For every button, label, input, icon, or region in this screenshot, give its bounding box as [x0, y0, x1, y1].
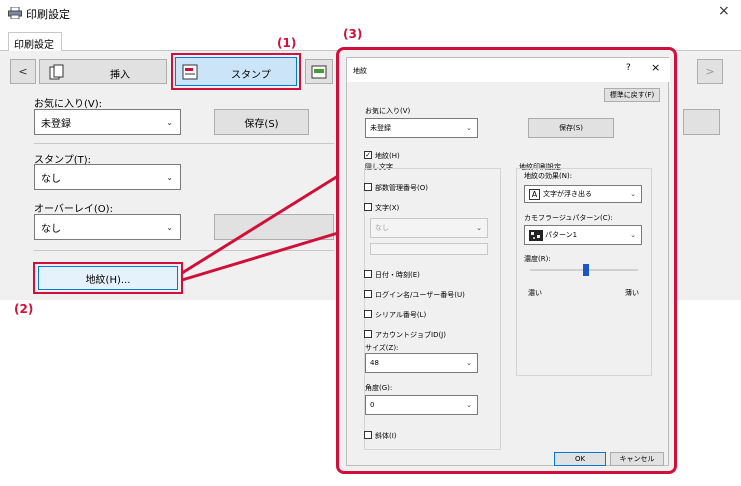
size-label: サイズ(Z):: [365, 344, 399, 352]
dept-code-checkbox[interactable]: [364, 183, 372, 191]
chevron-down-icon: ⌄: [466, 359, 472, 367]
italic-checkbox[interactable]: [364, 431, 372, 439]
login-name-label: ログイン名/ユーザー番号(U): [375, 291, 465, 299]
serial-label: シリアル番号(L): [375, 311, 427, 319]
watermark-dialog: 地紋 ? × 標準に戻す(F) お気に入り(V) 未登録 ⌄ 保存(S) ✓ 地…: [336, 47, 677, 474]
camo-label: カモフラージュパターン(C):: [524, 214, 613, 222]
angle-value: 0: [370, 401, 375, 409]
camo-value: パターン1: [545, 231, 578, 239]
density-light-label: 薄い: [625, 289, 639, 297]
close-icon[interactable]: ×: [651, 61, 660, 74]
density-label: 濃度(R):: [524, 255, 551, 263]
camo-select[interactable]: パターン1 ⌄: [524, 225, 642, 245]
italic-label: 斜体(I): [375, 432, 397, 440]
dialog-save-button[interactable]: 保存(S): [528, 118, 614, 138]
text-label: 文字(X): [375, 204, 400, 212]
density-slider-track[interactable]: [530, 264, 638, 276]
text-effect-icon: A: [529, 188, 540, 200]
camo-pattern-icon: [529, 229, 543, 241]
size-select[interactable]: 48 ⌄: [365, 353, 478, 373]
angle-select[interactable]: 0 ⌄: [365, 395, 478, 415]
dialog-title-bar: [347, 58, 670, 82]
serial-checkbox[interactable]: [364, 310, 372, 318]
text-select[interactable]: なし ⌄: [370, 218, 488, 238]
chevron-down-icon: ⌄: [476, 224, 482, 232]
effect-label: 地紋の効果(N):: [524, 172, 573, 180]
chevron-down-icon: ⌄: [466, 401, 472, 409]
restore-defaults-button[interactable]: 標準に戻す(F): [604, 88, 660, 102]
text-value: なし: [375, 224, 389, 232]
text-checkbox[interactable]: [364, 203, 372, 211]
text-input[interactable]: [370, 243, 488, 255]
account-job-label: アカウントジョブID(J): [375, 331, 446, 339]
dialog-favorites-label: お気に入り(V): [365, 107, 411, 115]
density-dark-label: 濃い: [528, 289, 542, 297]
size-value: 48: [370, 359, 379, 367]
help-icon[interactable]: ?: [626, 63, 631, 73]
ok-button[interactable]: OK: [554, 452, 606, 466]
dialog-favorites-select[interactable]: 未登録 ⌄: [365, 118, 478, 138]
watermark-checkbox-label: 地紋(H): [375, 152, 400, 160]
chevron-down-icon: ⌄: [630, 190, 636, 198]
chevron-down-icon: ⌄: [466, 124, 472, 132]
cancel-button[interactable]: キャンセル: [610, 452, 664, 466]
dept-code-label: 部数管理番号(O): [375, 184, 428, 192]
effect-select[interactable]: A 文字が浮き出る ⌄: [524, 185, 642, 203]
density-slider-thumb[interactable]: [583, 264, 590, 276]
dialog-title: 地紋: [353, 67, 367, 75]
angle-label: 角度(G):: [365, 384, 393, 392]
datetime-label: 日付・時刻(E): [375, 271, 420, 279]
chevron-down-icon: ⌄: [630, 231, 636, 239]
dialog-favorites-value: 未登録: [370, 124, 391, 132]
watermark-checkbox[interactable]: ✓: [364, 151, 372, 159]
login-name-checkbox[interactable]: [364, 290, 372, 298]
effect-value: 文字が浮き出る: [543, 190, 592, 198]
datetime-checkbox[interactable]: [364, 270, 372, 278]
dialog-body: 地紋 ? × 標準に戻す(F) お気に入り(V) 未登録 ⌄ 保存(S) ✓ 地…: [346, 57, 670, 466]
account-job-checkbox[interactable]: [364, 330, 372, 338]
